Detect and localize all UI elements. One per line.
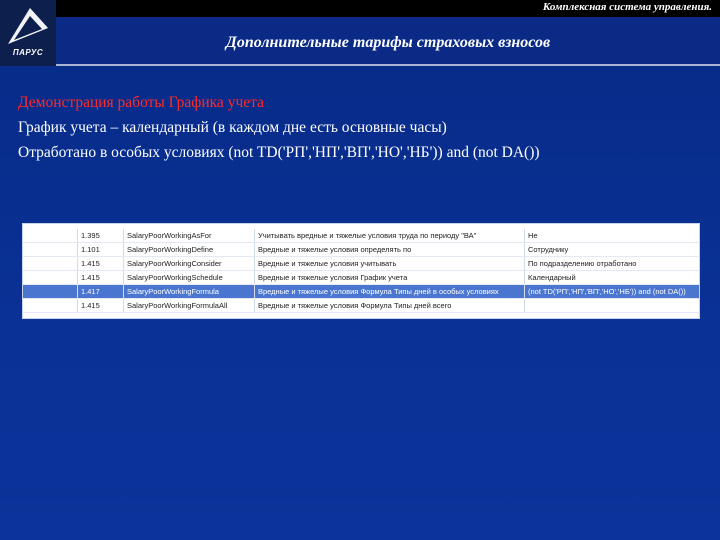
code-cell: 1.415 [78, 257, 124, 270]
row-marker-cell [23, 285, 78, 298]
system-name: Комплексная система управления. [542, 1, 712, 13]
schedule-line: График учета – календарный (в каждом дне… [18, 119, 447, 136]
description-cell: Вредные и тяжелые условия учитывать [255, 257, 525, 270]
demo-heading: Демонстрация работы Графика учета [18, 94, 264, 111]
description-cell: Вредные и тяжелые условия определять по [255, 243, 525, 256]
description-cell: Вредные и тяжелые условия Формула Типы д… [255, 285, 525, 298]
row-marker-cell [23, 271, 78, 284]
name-cell: SalaryPoorWorkingConsider [124, 257, 255, 270]
value-cell [525, 299, 699, 312]
row-marker-cell [23, 243, 78, 256]
description-cell: Учитывать вредные и тяжелые условия труд… [255, 229, 525, 242]
code-cell: 1.415 [78, 271, 124, 284]
value-cell: Календарный [528, 273, 576, 282]
app-logo: ПАРУС [0, 0, 56, 66]
value-cell: (not TD('РП','НП','ВП','НО','НБ')) and (… [528, 287, 686, 296]
value-cell: По подразделению отработано [528, 259, 637, 268]
page-title: Дополнительные тарифы страховых взносов [225, 34, 551, 51]
description-cell: Вредные и тяжелые условия График учета [255, 271, 525, 284]
name-cell: SalaryPoorWorkingSchedule [124, 271, 255, 284]
settings-grid: 1.395 SalaryPoorWorkingAsFor Учитывать в… [22, 223, 700, 319]
name-cell: SalaryPoorWorkingAsFor [124, 229, 255, 242]
table-row-selected[interactable]: 1.417 SalaryPoorWorkingFormula Вредные и… [23, 285, 699, 299]
system-strip: Комплексная система управления. [56, 0, 720, 17]
name-cell: SalaryPoorWorkingFormulaAll [124, 299, 255, 312]
code-cell: 1.415 [78, 299, 124, 312]
row-marker-cell [23, 299, 78, 312]
name-cell: SalaryPoorWorkingDefine [124, 243, 255, 256]
logo-text: ПАРУС [12, 48, 44, 57]
content-text: Демонстрация работы Графика учета График… [18, 90, 540, 165]
value-cell: Сотруднику [528, 245, 569, 254]
code-cell: 1.395 [78, 229, 124, 242]
name-cell: SalaryPoorWorkingFormula [124, 285, 255, 298]
code-cell: 1.417 [78, 285, 124, 298]
parus-logo-icon [8, 8, 48, 44]
row-marker-cell [23, 257, 78, 270]
description-cell: Вредные и тяжелые условия Формула Типы д… [255, 299, 525, 312]
title-divider [56, 64, 720, 66]
table-row[interactable]: 1.415 SalaryPoorWorkingSchedule Вредные … [23, 271, 699, 285]
table-row[interactable]: 1.101 SalaryPoorWorkingDefine Вредные и … [23, 243, 699, 257]
code-cell: 1.101 [78, 243, 124, 256]
table-row[interactable]: 1.415 SalaryPoorWorkingConsider Вредные … [23, 257, 699, 271]
row-marker-cell [23, 229, 78, 242]
formula-line: Отработано в особых условиях (not TD('РП… [18, 144, 540, 161]
value-cell: Не [528, 231, 538, 240]
table-row[interactable]: 1.395 SalaryPoorWorkingAsFor Учитывать в… [23, 229, 699, 243]
table-row[interactable]: 1.415 SalaryPoorWorkingFormulaAll Вредны… [23, 299, 699, 313]
